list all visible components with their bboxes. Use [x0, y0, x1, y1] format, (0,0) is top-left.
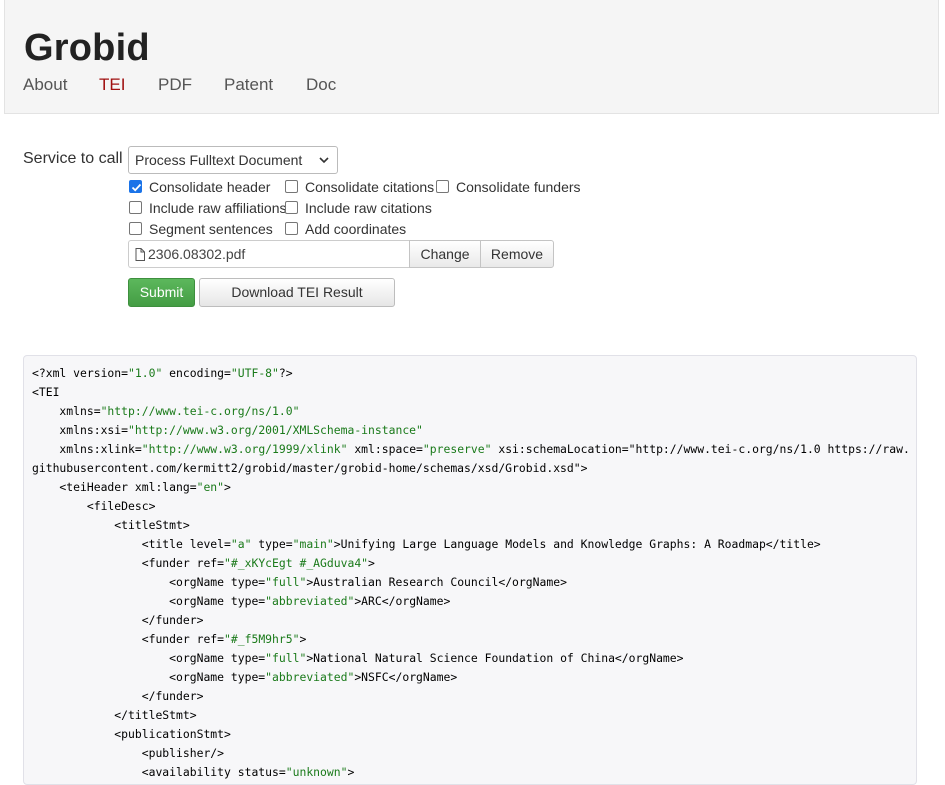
- code-line: xmlns:xlink="http://www.w3.org/1999/xlin…: [32, 442, 910, 456]
- code-line: </titleStmt>: [32, 708, 197, 722]
- code-line: <fileDesc>: [32, 499, 156, 513]
- file-name-display[interactable]: 2306.08302.pdf: [128, 240, 410, 268]
- nav-pdf[interactable]: PDF: [158, 75, 192, 95]
- checkbox-checked-icon[interactable]: [129, 180, 142, 193]
- code-line: <teiHeader xml:lang="en">: [32, 480, 231, 494]
- code-line: <funder ref="#_xKYcEgt #_AGduva4">: [32, 556, 375, 570]
- code-line: </funder>: [32, 689, 204, 703]
- file-icon: [135, 248, 145, 261]
- checkbox-icon[interactable]: [285, 180, 298, 193]
- code-line: xmlns:xsi="http://www.w3.org/2001/XMLSch…: [32, 423, 423, 437]
- nav-about[interactable]: About: [23, 75, 67, 95]
- checkbox-icon[interactable]: [129, 222, 142, 235]
- chevron-down-icon: [319, 157, 329, 164]
- checkbox-label: Include raw citations: [305, 200, 432, 216]
- checkbox-label: Consolidate citations: [305, 179, 435, 195]
- tei-result-panel[interactable]: <?xml version="1.0" encoding="UTF-8"?> <T…: [23, 355, 917, 785]
- code-line: githubusercontent.com/kermitt2/grobid/ma…: [32, 461, 588, 475]
- checkbox-label: Segment sentences: [149, 221, 273, 237]
- code-line: <?xml version="1.0" encoding="UTF-8"?>: [32, 366, 293, 380]
- service-label: Service to call: [23, 150, 123, 167]
- code-line: <publicationStmt>: [32, 727, 231, 741]
- file-input-group: 2306.08302.pdf Change Remove: [128, 240, 554, 268]
- checkbox-icon[interactable]: [436, 180, 449, 193]
- checkbox-label: Consolidate funders: [456, 179, 581, 195]
- checkbox-icon[interactable]: [285, 201, 298, 214]
- code-line: xmlns="http://www.tei-c.org/ns/1.0": [32, 404, 300, 418]
- app-title: Grobid: [24, 27, 150, 69]
- checkbox-label: Include raw affiliations: [149, 200, 287, 216]
- nav-patent[interactable]: Patent: [224, 75, 273, 95]
- checkbox-icon[interactable]: [129, 201, 142, 214]
- code-line: <orgName type="abbreviated">NSFC</orgNam…: [32, 670, 458, 684]
- checkbox-label: Consolidate header: [149, 179, 271, 195]
- nav-tei[interactable]: TEI: [99, 75, 125, 95]
- submit-button[interactable]: Submit: [128, 278, 195, 307]
- code-line: <titleStmt>: [32, 518, 190, 532]
- code-line: <publisher/>: [32, 746, 225, 760]
- code-line: <orgName type="abbreviated">ARC</orgName…: [32, 594, 451, 608]
- file-name: 2306.08302.pdf: [148, 246, 246, 262]
- service-select[interactable]: Process Fulltext Document: [128, 146, 338, 174]
- page-header: Grobid About TEI PDF Patent Doc: [4, 0, 939, 114]
- code-line: <TEI: [32, 385, 60, 399]
- code-line: <funder ref="#_f5M9hr5">: [32, 632, 307, 646]
- service-select-value: Process Fulltext Document: [135, 152, 303, 168]
- nav-doc[interactable]: Doc: [306, 75, 336, 95]
- code-line: <orgName type="full">Australian Research…: [32, 575, 567, 589]
- remove-file-button[interactable]: Remove: [480, 240, 554, 268]
- checkbox-icon[interactable]: [285, 222, 298, 235]
- code-line: </funder>: [32, 613, 204, 627]
- code-line: <orgName type="full">National Natural Sc…: [32, 651, 684, 665]
- download-tei-button[interactable]: Download TEI Result: [199, 278, 395, 307]
- checkbox-label: Add coordinates: [305, 221, 407, 237]
- code-line: <title level="a" type="main">Unifying La…: [32, 537, 821, 551]
- change-file-button[interactable]: Change: [409, 240, 481, 268]
